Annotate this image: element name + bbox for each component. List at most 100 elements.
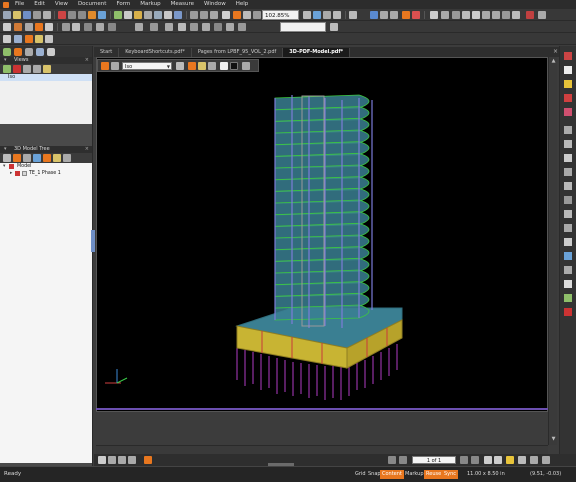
thumbnails-icon[interactable] bbox=[380, 11, 388, 19]
menu-measure[interactable]: Measure bbox=[166, 0, 199, 9]
align-icon[interactable] bbox=[502, 11, 510, 19]
move-down-icon[interactable] bbox=[33, 65, 41, 73]
grid-icon[interactable] bbox=[25, 23, 33, 31]
print-icon[interactable] bbox=[33, 11, 41, 19]
font-icon[interactable] bbox=[472, 11, 480, 19]
arrow-icon[interactable] bbox=[462, 11, 470, 19]
sync-views-icon[interactable] bbox=[144, 456, 152, 464]
split-icon[interactable] bbox=[128, 456, 136, 464]
markup-toggle[interactable]: Markup bbox=[403, 470, 426, 479]
stamp-icon[interactable] bbox=[564, 94, 572, 102]
text-icon[interactable] bbox=[144, 11, 152, 19]
tree-color-icon[interactable] bbox=[43, 154, 51, 162]
line-icon[interactable] bbox=[564, 140, 572, 148]
zoom-icon[interactable] bbox=[243, 11, 251, 19]
spacing-icon[interactable] bbox=[226, 23, 234, 31]
redact-icon[interactable] bbox=[412, 11, 420, 19]
paint-icon[interactable] bbox=[45, 23, 53, 31]
sketch-icon[interactable] bbox=[564, 308, 572, 316]
pen-icon[interactable] bbox=[164, 11, 172, 19]
panel-tab-search-icon[interactable] bbox=[47, 47, 55, 56]
3d-settings-icon[interactable] bbox=[242, 62, 250, 70]
menu-document[interactable]: Document bbox=[73, 0, 112, 9]
arrow-icon[interactable] bbox=[564, 154, 572, 162]
note-icon[interactable] bbox=[564, 80, 572, 88]
line-color-icon[interactable] bbox=[72, 23, 80, 31]
property-dropdown-icon[interactable] bbox=[330, 23, 338, 31]
cloud-icon[interactable] bbox=[174, 11, 182, 19]
pdf-icon[interactable] bbox=[564, 52, 572, 60]
rotate-left-icon[interactable] bbox=[190, 11, 198, 19]
split-view-icon[interactable] bbox=[370, 11, 378, 19]
3d-pan-icon[interactable] bbox=[198, 62, 206, 70]
app-logo-icon[interactable] bbox=[1, 1, 10, 9]
3d-background-color-icon[interactable] bbox=[230, 62, 238, 70]
3d-play-icon[interactable] bbox=[176, 62, 184, 70]
highlight-icon[interactable] bbox=[134, 11, 142, 19]
page-number-field[interactable]: 1 of 1 bbox=[412, 456, 456, 464]
sync-toggle[interactable]: Sync bbox=[442, 470, 459, 479]
collapse-caret-icon[interactable]: ▾ bbox=[4, 57, 7, 64]
move-up-icon[interactable] bbox=[23, 65, 31, 73]
tree-search-icon[interactable] bbox=[63, 154, 71, 162]
pen-icon[interactable] bbox=[564, 126, 572, 134]
rectangle-icon[interactable] bbox=[564, 196, 572, 204]
scroll-up-icon[interactable]: ▲ bbox=[550, 58, 557, 65]
select-text-icon[interactable] bbox=[222, 11, 230, 19]
panel-collapse-handle[interactable] bbox=[91, 230, 95, 252]
flatten-icon[interactable] bbox=[25, 35, 33, 43]
text-box-icon[interactable] bbox=[564, 266, 572, 274]
tree-select-icon[interactable] bbox=[3, 154, 11, 162]
line-width-icon[interactable] bbox=[84, 23, 92, 31]
last-page-icon[interactable] bbox=[471, 456, 479, 464]
menu-view[interactable]: View bbox=[50, 0, 73, 9]
next-page-icon[interactable] bbox=[460, 456, 468, 464]
list-icon[interactable] bbox=[512, 11, 520, 19]
tree-node-model[interactable]: ▾ Model bbox=[0, 163, 92, 170]
checkbox-icon[interactable] bbox=[15, 171, 20, 176]
ellipse-icon[interactable] bbox=[564, 210, 572, 218]
compare-icon[interactable] bbox=[333, 11, 341, 19]
measure-icon[interactable] bbox=[98, 11, 106, 19]
folder-icon[interactable] bbox=[35, 35, 43, 43]
hatch-icon[interactable] bbox=[165, 23, 173, 31]
navigation-menu-icon[interactable] bbox=[518, 456, 526, 464]
zoom-in-icon[interactable] bbox=[542, 456, 550, 464]
panel-tab-layers-icon[interactable] bbox=[25, 47, 33, 56]
panel-tab-views-icon[interactable] bbox=[3, 47, 11, 56]
indent-icon[interactable] bbox=[214, 23, 222, 31]
tree-hide-icon[interactable] bbox=[23, 154, 31, 162]
markup-icon[interactable] bbox=[88, 11, 96, 19]
fit-width-icon[interactable] bbox=[303, 11, 311, 19]
arrow-end-icon[interactable] bbox=[150, 23, 158, 31]
snapshot-icon[interactable] bbox=[313, 11, 321, 19]
settings-icon[interactable] bbox=[538, 11, 546, 19]
menu-edit[interactable]: Edit bbox=[29, 0, 50, 9]
menu-markup[interactable]: Markup bbox=[135, 0, 165, 9]
cloud-icon[interactable] bbox=[564, 238, 572, 246]
home-view-icon[interactable] bbox=[43, 65, 51, 73]
content-toggle[interactable]: Content bbox=[380, 470, 404, 479]
cursor-icon[interactable] bbox=[3, 23, 11, 31]
callout-icon[interactable] bbox=[564, 252, 572, 260]
tab-start[interactable]: Start bbox=[94, 48, 120, 57]
bookmark-icon[interactable] bbox=[390, 11, 398, 19]
single-page-icon[interactable] bbox=[98, 456, 106, 464]
document-viewer[interactable] bbox=[96, 57, 548, 412]
arc-icon[interactable] bbox=[564, 168, 572, 176]
shape-icon[interactable] bbox=[154, 11, 162, 19]
arrow-start-icon[interactable] bbox=[135, 23, 143, 31]
eraser-icon[interactable] bbox=[564, 108, 572, 116]
delete-view-icon[interactable] bbox=[13, 65, 21, 73]
tree-node-phase[interactable]: ▸ TE_1 Phase 1 bbox=[0, 170, 92, 177]
line-icon[interactable] bbox=[452, 11, 460, 19]
polyline-icon[interactable] bbox=[564, 182, 572, 190]
expand-caret-icon[interactable]: ▾ bbox=[3, 163, 5, 170]
3d-building-model[interactable] bbox=[97, 58, 549, 413]
close-icon[interactable]: × bbox=[85, 146, 89, 153]
page-layout-icon[interactable] bbox=[349, 11, 357, 19]
tree-isolate-icon[interactable] bbox=[13, 154, 21, 162]
italic-icon[interactable] bbox=[492, 11, 500, 19]
scroll-down-icon[interactable]: ▼ bbox=[550, 436, 557, 443]
stamp-red-icon[interactable] bbox=[526, 11, 534, 19]
